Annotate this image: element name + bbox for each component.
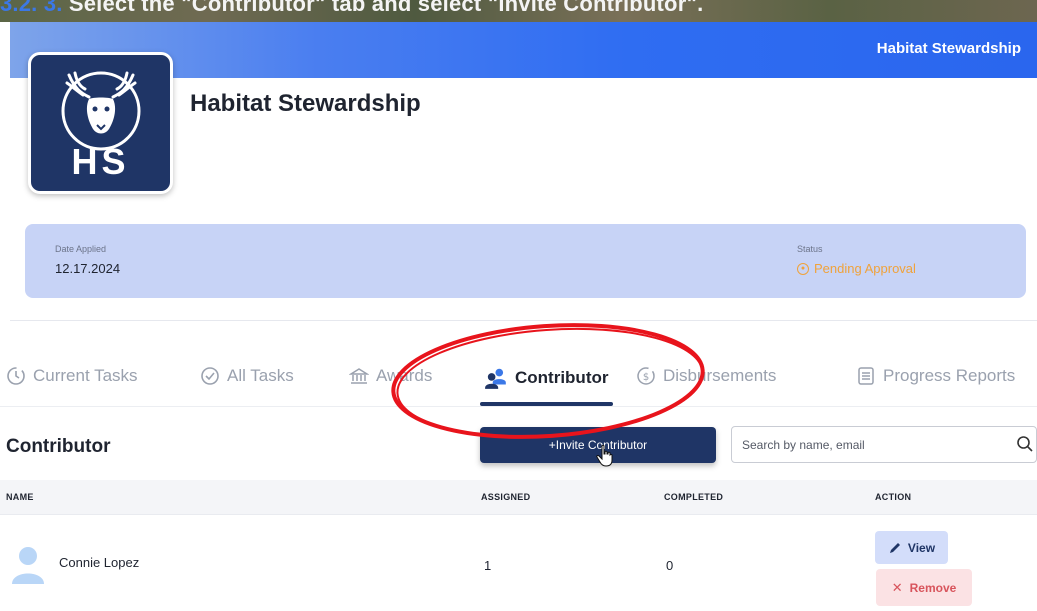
svg-text:$: $ <box>643 372 649 383</box>
logo-letters: HS <box>71 141 130 182</box>
tab-contributor[interactable]: Contributor <box>484 366 608 390</box>
column-header-assigned: ASSIGNED <box>481 492 531 502</box>
view-label: View <box>907 540 936 555</box>
search-input[interactable] <box>742 435 1012 455</box>
search-field[interactable] <box>731 426 1037 463</box>
tab-all-tasks[interactable]: All Tasks <box>200 366 294 386</box>
column-header-completed: COMPLETED <box>664 492 724 502</box>
assigned-count: 1 <box>484 558 492 573</box>
header-app-name: Habitat Stewardship <box>876 40 1021 57</box>
tab-label: Awards <box>376 366 433 385</box>
status-badge: ● Pending Approval <box>797 261 916 276</box>
instruction-caption-strip: 3.2. 3. Select the "Contributor" tab and… <box>0 0 1037 22</box>
tab-label: Disbursements <box>663 366 777 385</box>
section-divider <box>10 320 1037 321</box>
page-title: Habitat Stewardship <box>190 90 421 117</box>
tab-progress-reports[interactable]: Progress Reports <box>856 366 1015 386</box>
tab-current-tasks[interactable]: Current Tasks <box>6 366 138 386</box>
remove-label: Remove <box>909 580 957 595</box>
tab-label: Progress Reports <box>883 366 1016 385</box>
column-header-name: NAME <box>6 492 34 502</box>
elk-head-icon <box>61 71 141 151</box>
list-icon <box>858 367 874 385</box>
view-button[interactable]: View <box>875 531 948 564</box>
search-icon[interactable] <box>1016 435 1034 453</box>
avatar <box>12 547 44 584</box>
completed-count: 0 <box>666 558 674 573</box>
clock-icon <box>7 367 25 385</box>
date-applied-value: 12.17.2024 <box>55 261 121 276</box>
instruction-caption: 3.2. 3. Select the "Contributor" tab and… <box>0 0 703 17</box>
contributor-name: Connie Lopez <box>59 555 140 570</box>
remove-button[interactable]: ✕ Remove <box>876 569 972 606</box>
app-window: 3.2. 3. Select the "Contributor" tab and… <box>0 0 1037 611</box>
check-circle-icon <box>201 367 219 385</box>
date-applied-label: Date Applied <box>55 244 107 254</box>
column-header-action: ACTION <box>875 492 912 502</box>
people-icon <box>485 368 506 389</box>
application-info-card: Date Applied 12.17.2024 Status ● Pending… <box>25 224 1026 298</box>
close-icon: ✕ <box>891 579 903 595</box>
pending-clock-icon: ● <box>797 262 809 275</box>
dollar-circle-icon: $ <box>637 367 655 385</box>
section-title: Contributor <box>6 436 111 457</box>
status-value: Pending Approval <box>814 261 916 276</box>
status-label: Status <box>797 244 823 254</box>
tab-label: Current Tasks <box>33 366 138 385</box>
instruction-step-number: 3.2. 3. <box>0 0 63 16</box>
table-header-divider <box>0 514 1037 515</box>
organization-logo: HS <box>28 52 173 194</box>
bank-icon <box>349 368 369 384</box>
invite-contributor-button[interactable]: +Invite Contributor <box>480 427 716 463</box>
tab-awards[interactable]: Awards <box>349 366 432 386</box>
tab-disbursements[interactable]: $ Disbursements <box>636 366 776 386</box>
pencil-icon <box>889 542 900 553</box>
tab-label: All Tasks <box>227 366 294 385</box>
tab-bar-rule <box>0 406 1037 407</box>
instruction-text: Select the "Contributor" tab and select … <box>62 0 704 16</box>
tab-label: Contributor <box>515 368 609 387</box>
